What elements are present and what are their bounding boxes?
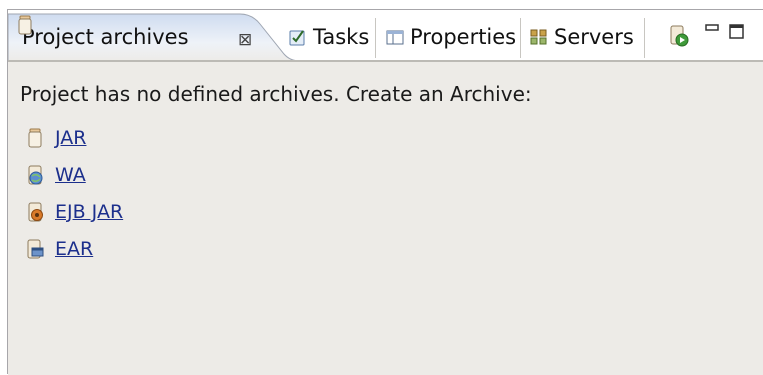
tab-label: Project archives xyxy=(22,25,189,49)
tab-project-archives-content: Project archives xyxy=(14,14,189,60)
tab-separator xyxy=(375,18,376,58)
archive-type-ejb-jar[interactable]: EJB JAR xyxy=(24,193,123,230)
ear-icon xyxy=(27,239,44,258)
wa-link[interactable]: WA xyxy=(55,164,86,186)
archive-type-war[interactable]: WA xyxy=(24,156,123,193)
tasks-icon xyxy=(289,30,305,46)
war-icon xyxy=(28,165,43,184)
properties-icon xyxy=(386,30,404,45)
jar-icon xyxy=(18,15,32,35)
no-archives-message: Project has no defined archives. Create … xyxy=(20,82,532,106)
archive-type-ear[interactable]: EAR xyxy=(24,230,123,267)
tab-label: Servers xyxy=(554,25,634,49)
project-archives-view: Project archives ⊠ Tasks Properties Serv… xyxy=(7,9,763,375)
tab-servers[interactable]: Servers xyxy=(522,14,642,60)
tab-label: Tasks xyxy=(313,25,370,49)
ejb-jar-link[interactable]: EJB JAR xyxy=(55,201,123,223)
archive-type-jar[interactable]: JAR xyxy=(24,119,123,156)
jar-icon xyxy=(28,128,42,147)
ejb-jar-icon xyxy=(28,202,43,221)
tab-properties[interactable]: Properties xyxy=(377,14,519,60)
ear-link[interactable]: EAR xyxy=(55,238,93,260)
tab-label: Properties xyxy=(410,25,517,49)
close-icon[interactable]: ⊠ xyxy=(238,30,252,50)
archives-content: Project has no defined archives. Create … xyxy=(8,62,763,375)
servers-icon xyxy=(530,29,547,45)
tab-separator xyxy=(644,18,645,58)
minimize-icon[interactable] xyxy=(705,24,719,32)
archive-type-list: JAR WA EJB JAR EAR xyxy=(24,119,123,267)
view-toolbar xyxy=(668,24,690,48)
new-archive-icon[interactable] xyxy=(668,24,690,48)
tab-bar: Project archives ⊠ Tasks Properties Serv… xyxy=(8,10,763,62)
tab-separator xyxy=(520,18,521,58)
tab-project-archives[interactable]: Project archives ⊠ xyxy=(8,10,300,62)
tab-tasks[interactable]: Tasks xyxy=(280,14,372,60)
maximize-icon[interactable] xyxy=(729,24,745,40)
jar-link[interactable]: JAR xyxy=(55,127,86,149)
